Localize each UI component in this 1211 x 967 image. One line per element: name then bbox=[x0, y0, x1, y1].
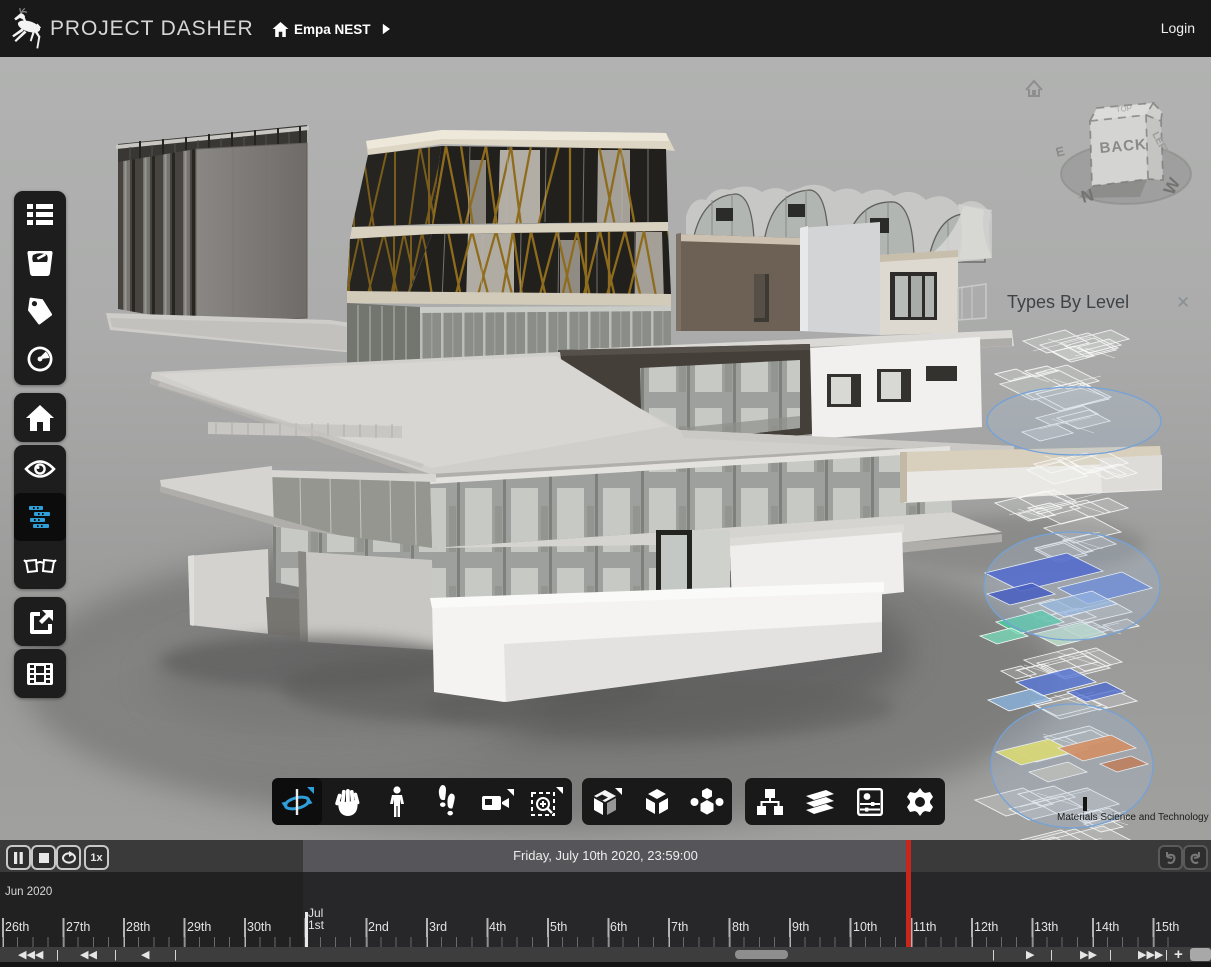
svg-text:TOP: TOP bbox=[1115, 104, 1132, 114]
